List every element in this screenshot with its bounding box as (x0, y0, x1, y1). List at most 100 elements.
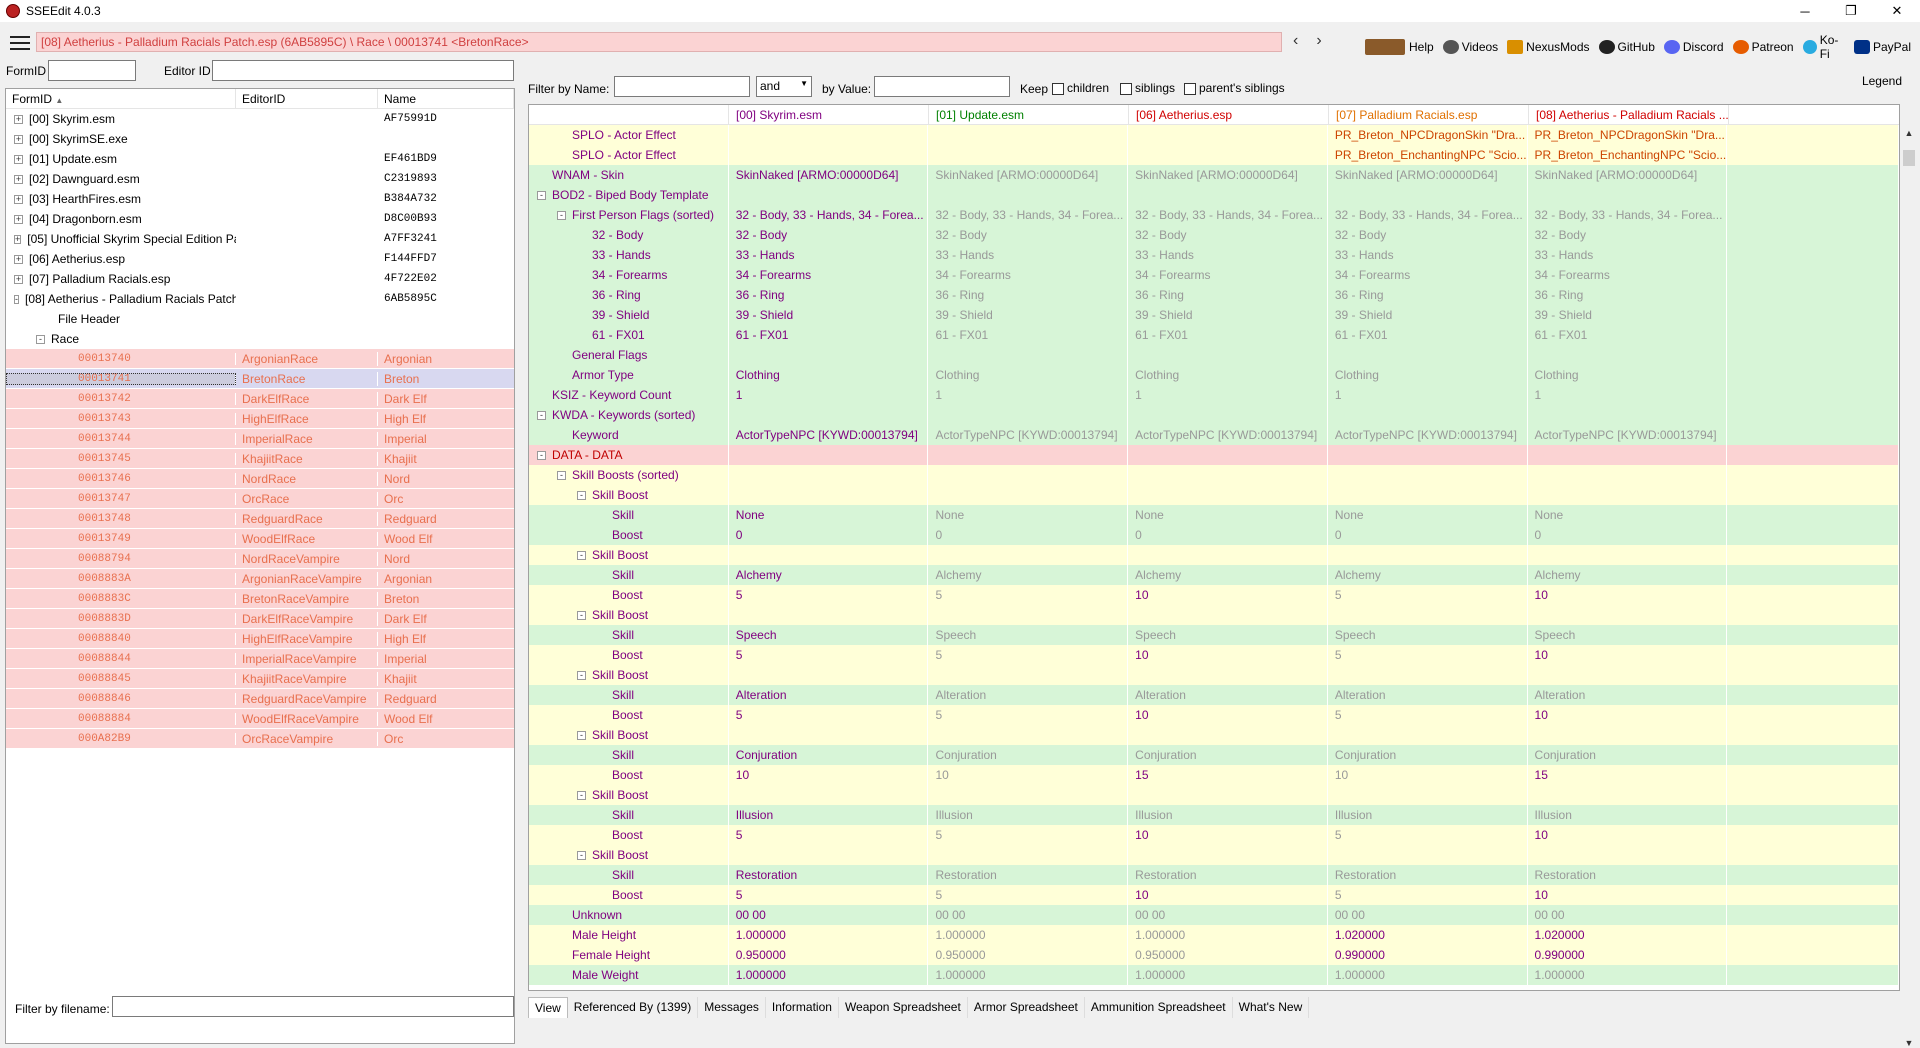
grid-row[interactable]: Unknown 00 00 00 00 00 00 00 00 00 00 (529, 905, 1899, 925)
tab-information[interactable]: Information (766, 997, 839, 1018)
legend-button[interactable]: Legend (1862, 74, 1902, 88)
tab-messages[interactable]: Messages (698, 997, 766, 1018)
race-row[interactable]: 00013741 BretonRace Breton (6, 369, 514, 389)
grid-row[interactable]: SPLO - Actor Effect PR_Breton_NPCDragonSk… (529, 125, 1899, 145)
expand-icon[interactable]: + (14, 154, 23, 164)
grid-row[interactable]: - Skill Boosts (sorted) (529, 465, 1899, 485)
grid-row[interactable]: - Skill Boost (529, 785, 1899, 805)
grid-row[interactable]: Male Height 1.000000 1.000000 1.000000 1.020… (529, 925, 1899, 945)
collapse-icon[interactable]: - (36, 334, 45, 344)
filter-name-input[interactable] (614, 76, 750, 97)
collapse-icon[interactable]: - (577, 730, 586, 740)
grid-row[interactable]: Boost 5 5 10 5 10 (529, 585, 1899, 605)
grid-row[interactable]: Boost 5 5 10 5 10 (529, 885, 1899, 905)
maximize-button[interactable]: ❐ (1828, 0, 1874, 22)
siblings-checkbox[interactable]: siblings (1120, 81, 1175, 95)
collapse-icon[interactable]: - (537, 410, 546, 420)
grid-row[interactable]: 39 - Shield 39 - Shield 39 - Shield 39 - Sh… (529, 305, 1899, 325)
grid-row[interactable]: Skill Alteration Alteration Alteration Alter… (529, 685, 1899, 705)
expand-icon[interactable]: - (14, 294, 19, 304)
grid-row[interactable]: Skill None None None None None (529, 505, 1899, 525)
scroll-thumb[interactable] (1903, 150, 1915, 166)
grid-col-plugin[interactable]: [07] Palladium Racials.esp (1329, 105, 1529, 124)
link-paypal[interactable]: PayPal (1853, 40, 1911, 54)
grid-row[interactable]: Armor Type Clothing Clothing Clothing Clothi… (529, 365, 1899, 385)
race-row[interactable]: 000A82B9 OrcRaceVampire Orc (6, 729, 514, 749)
collapse-icon[interactable]: - (577, 490, 586, 500)
grid-row[interactable]: Boost 5 5 10 5 10 (529, 825, 1899, 845)
filter-value-input[interactable] (874, 76, 1010, 97)
formid-input[interactable] (48, 60, 136, 81)
collapse-icon[interactable]: - (577, 850, 586, 860)
race-row[interactable]: 00013744 ImperialRace Imperial (6, 429, 514, 449)
grid-row[interactable]: Male Weight 1.000000 1.000000 1.000000 1.000… (529, 965, 1899, 985)
grid-row[interactable]: WNAM - Skin SkinNaked [ARMO:00000D64] Skin… (529, 165, 1899, 185)
tree-file-row[interactable]: + [00] SkyrimSE.exe (6, 129, 514, 149)
grid-row[interactable]: - Skill Boost (529, 485, 1899, 505)
race-row[interactable]: 0008883D DarkElfRaceVampire Dark Elf (6, 609, 514, 629)
minimize-button[interactable]: ─ (1782, 0, 1828, 22)
race-row[interactable]: 0008883C BretonRaceVampire Breton (6, 589, 514, 609)
expand-icon[interactable]: + (14, 214, 23, 224)
collapse-icon[interactable]: - (577, 610, 586, 620)
grid-row[interactable]: Boost 5 5 10 5 10 (529, 645, 1899, 665)
race-row[interactable]: 00013743 HighElfRace High Elf (6, 409, 514, 429)
grid-row[interactable]: - DATA - DATA (529, 445, 1899, 465)
tree-file-row[interactable]: - [08] Aetherius - Palladium Racials Patc… (6, 289, 514, 309)
tab-ammunition-spreadsheet[interactable]: Ammunition Spreadsheet (1085, 997, 1233, 1018)
scroll-up-icon[interactable]: ▲ (1901, 128, 1917, 138)
tree-file-row[interactable]: + [04] Dragonborn.esm D8C00B93 (6, 209, 514, 229)
expand-icon[interactable]: + (14, 234, 22, 244)
race-row[interactable]: 00088840 HighElfRaceVampire High Elf (6, 629, 514, 649)
tab-what-s-new[interactable]: What's New (1233, 997, 1310, 1018)
back-button[interactable]: ‹ (1293, 32, 1298, 50)
link-videos[interactable]: Videos (1442, 40, 1498, 54)
grid-row[interactable]: - Skill Boost (529, 725, 1899, 745)
race-row[interactable]: 00013746 NordRace Nord (6, 469, 514, 489)
grid-row[interactable]: Keyword ActorTypeNPC [KYWD:00013794] Actor… (529, 425, 1899, 445)
race-row[interactable]: 00013747 OrcRace Orc (6, 489, 514, 509)
tree-file-row[interactable]: + [00] Skyrim.esm AF75991D (6, 109, 514, 129)
tab-view[interactable]: View (528, 997, 568, 1018)
collapse-icon[interactable]: - (577, 550, 586, 560)
grid-row[interactable]: SPLO - Actor Effect PR_Breton_EnchantingN… (529, 145, 1899, 165)
grid-col-plugin[interactable]: [00] Skyrim.esm (729, 105, 929, 124)
link-patreon[interactable]: Patreon (1732, 40, 1794, 54)
menu-icon[interactable] (10, 36, 30, 50)
grid-row[interactable]: Skill Speech Speech Speech Speech Speech (529, 625, 1899, 645)
grid-row[interactable]: - BOD2 - Biped Body Template (529, 185, 1899, 205)
race-row[interactable]: 0008883A ArgonianRaceVampire Argonian (6, 569, 514, 589)
grid-row[interactable]: General Flags (529, 345, 1899, 365)
race-row[interactable]: 00088844 ImperialRaceVampire Imperial (6, 649, 514, 669)
grid-row[interactable]: 33 - Hands 33 - Hands 33 - Hands 33 - Hands… (529, 245, 1899, 265)
grid-col-plugin[interactable]: [06] Aetherius.esp (1129, 105, 1329, 124)
tree-file-row[interactable]: + [01] Update.esm EF461BD9 (6, 149, 514, 169)
tree-file-row[interactable]: + [06] Aetherius.esp F144FFD7 (6, 249, 514, 269)
grid-row[interactable]: Boost 0 0 0 0 0 (529, 525, 1899, 545)
tree-file-header[interactable]: File Header (6, 309, 514, 329)
grid-row[interactable]: Skill Conjuration Conjuration Conjuration Co… (529, 745, 1899, 765)
col-editorid[interactable]: EditorID (236, 89, 378, 108)
grid-row[interactable]: Female Height 0.950000 0.950000 0.950000 0.9… (529, 945, 1899, 965)
tree-file-row[interactable]: + [05] Unofficial Skyrim Special Edition … (6, 229, 514, 249)
grid-row[interactable]: - KWDA - Keywords (sorted) (529, 405, 1899, 425)
collapse-icon[interactable]: - (537, 450, 546, 460)
expand-icon[interactable]: + (14, 114, 23, 124)
race-row[interactable]: 00088884 WoodElfRaceVampire Wood Elf (6, 709, 514, 729)
grid-row[interactable]: Boost 5 5 10 5 10 (529, 705, 1899, 725)
close-button[interactable]: ✕ (1874, 0, 1920, 22)
filter-op-select[interactable]: and ▼ (756, 76, 812, 97)
grid-row[interactable]: 61 - FX01 61 - FX01 61 - FX01 61 - FX01 61 -… (529, 325, 1899, 345)
link-help[interactable]: Help (1365, 39, 1434, 55)
col-name[interactable]: Name (378, 89, 514, 108)
children-checkbox[interactable]: children (1052, 81, 1109, 95)
editorid-input[interactable] (212, 60, 514, 81)
link-nexusmods[interactable]: NexusMods (1507, 40, 1590, 54)
race-row[interactable]: 00088794 NordRaceVampire Nord (6, 549, 514, 569)
grid-row[interactable]: Skill Illusion Illusion Illusion Illusion Ill… (529, 805, 1899, 825)
filename-filter-input[interactable] (112, 996, 514, 1017)
grid-row[interactable]: 34 - Forearms 34 - Forearms 34 - Forearms 3… (529, 265, 1899, 285)
grid-row[interactable]: - Skill Boost (529, 545, 1899, 565)
expand-icon[interactable]: + (14, 174, 23, 184)
grid-col-plugin[interactable]: [08] Aetherius - Palladium Racials ... (1529, 105, 1729, 124)
